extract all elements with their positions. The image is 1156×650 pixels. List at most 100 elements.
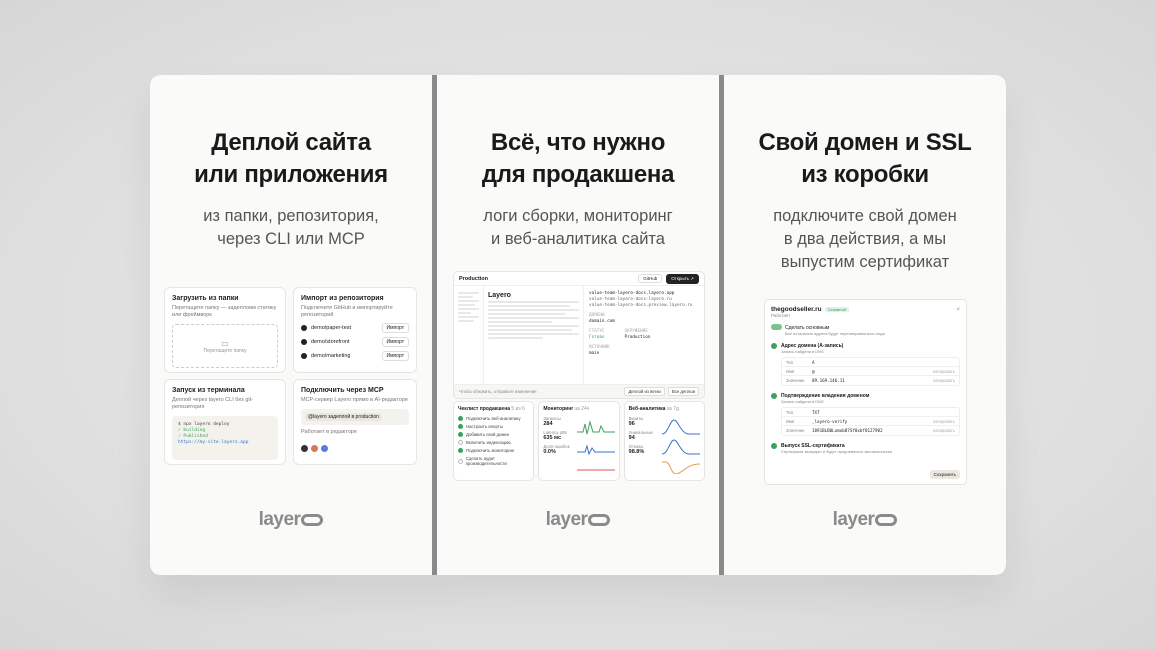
copy-button[interactable]: копировать [933, 419, 955, 424]
dns-value: 1891BLB0Lomob87Sf8xbf8127982 [812, 428, 883, 433]
checklist-item[interactable]: Включить индексацию [458, 440, 529, 445]
check-icon [458, 416, 463, 421]
repo-name: demo/storefront [311, 339, 350, 345]
layero-logo: layer [437, 509, 719, 531]
env-value: Production [624, 335, 651, 340]
copy-button[interactable]: копировать [933, 428, 955, 433]
repo-name: demo/paper-test [311, 325, 352, 331]
domain-name: thegoodseller.ru [771, 306, 822, 313]
github-icon [301, 325, 307, 331]
dns-row: Тип A [782, 358, 959, 367]
panel-production: Всё, что нужно для продакшена логи сборк… [437, 75, 719, 575]
logo-text: layer [258, 509, 301, 530]
title-line: для продакшена [481, 161, 675, 188]
preview-pane: Layero [484, 286, 584, 384]
import-card[interactable]: Импорт из репозитория Подключите GitHub … [293, 287, 417, 373]
panel-domain: Свой домен и SSL из коробки подключите с… [724, 75, 1006, 575]
card-desc: MCP-сервер Layero прямо в AI-редакторе [301, 397, 408, 403]
checklist-item[interactable]: Подключить веб-аналитику [458, 416, 529, 421]
checklist-item-label: Сделать аудит производительности [465, 456, 507, 466]
checklist-item-label: Подключить веб-аналитику [466, 416, 521, 421]
repo-row[interactable]: demo/paper-test Импорт [301, 323, 409, 333]
dns-step-txt-record: Подтверждение владения доменом Запись на… [771, 393, 960, 436]
subtitle-line: через CLI или MCP [217, 230, 365, 248]
primary-toggle[interactable] [771, 324, 782, 330]
file-tree [454, 286, 484, 384]
production-title: Production [459, 275, 489, 282]
upload-card[interactable]: Загрузить из папки Перетащите папку — за… [164, 287, 286, 373]
dns-key: Значение [786, 378, 805, 383]
checklist-title: Чеклист продакшена [458, 406, 510, 412]
primary-badge: Основной [824, 307, 849, 312]
copy-button[interactable]: копировать [933, 369, 955, 374]
copy-button[interactable]: копировать [933, 378, 955, 383]
app-name: Layero [488, 292, 511, 299]
checklist-item[interactable]: Настроить алерты [458, 424, 529, 429]
promo-panels: Деплой сайта или приложения из папки, ре… [150, 75, 1006, 575]
step-desc: Сертификат выпущен и будет продлеваться … [781, 449, 892, 454]
save-button[interactable]: Сохранить [929, 470, 960, 479]
analytics-title: Веб-аналитика [628, 406, 666, 412]
import-button[interactable]: Импорт [381, 337, 409, 347]
close-icon[interactable]: × [956, 307, 960, 313]
checklist-item-label: Настроить алерты [466, 424, 503, 429]
dns-table: Тип TXT Имя _layero-verify копировать Значе… [781, 407, 960, 436]
dns-row: Значение 89.169.146.11 копировать [782, 376, 959, 385]
import-button[interactable]: Импорт [381, 323, 409, 333]
dns-value: TXT [812, 409, 820, 415]
open-button[interactable]: Открыть ↗ [666, 273, 699, 284]
checklist-count: 5 из 6 [511, 406, 525, 412]
drop-zone[interactable]: ▭ Перетащите папку [172, 324, 278, 368]
subtitle-line: подключите свой домен [773, 207, 957, 225]
checklist-item[interactable]: Добавить свой домен [458, 432, 529, 437]
claude-icon [311, 445, 318, 452]
panel-title: Деплой сайта или приложения [150, 127, 432, 191]
panel-subtitle: подключите свой домен в два действия, а … [724, 205, 1006, 274]
dns-row: Имя @ копировать [782, 367, 959, 376]
folder-icon: ▭ [221, 338, 229, 348]
terminal-card[interactable]: Запуск из терминала Деплой через layero … [164, 379, 286, 465]
windsurf-icon [321, 445, 328, 452]
deploy-url[interactable]: value-team-layero-docs.preview.layero.ru [589, 303, 699, 309]
monitoring-sparklines [576, 420, 615, 471]
repo-row[interactable]: demo/storefront Импорт [301, 337, 409, 347]
github-icon [301, 339, 307, 345]
github-button[interactable]: GitHub [638, 274, 663, 283]
all-deploys-button[interactable]: Все деплои [667, 387, 699, 396]
title-line: или приложения [194, 161, 388, 188]
terminal-line: https://my-site.layero.app [178, 440, 249, 445]
dns-key: Имя [786, 418, 795, 424]
checklist-item-label: Добавить свой домен [466, 432, 510, 437]
circle-icon [458, 458, 463, 464]
checklist-item[interactable]: Сделать аудит производительности [458, 456, 529, 466]
dns-key: Тип [786, 359, 793, 365]
check-icon [458, 432, 463, 437]
monitoring-card: Мониторинг за 24ч Запросы 284 Latency p95… [538, 401, 620, 481]
check-icon [458, 424, 463, 429]
step-desc: Запись найдена в DNS [781, 349, 824, 354]
title-line: Деплой сайта [211, 129, 371, 156]
card-title: Подключить через MCP [301, 387, 384, 394]
checklist-item[interactable]: Подключить мониторинг [458, 448, 529, 453]
monitoring-period: за 24ч [574, 406, 590, 412]
dns-key: Имя [786, 368, 795, 374]
branch-value: main [589, 351, 600, 356]
domain-status: Работает [771, 313, 791, 318]
title-line: из коробки [801, 161, 929, 188]
mcp-card[interactable]: Подключить через MCP MCP-сервер Layero п… [293, 379, 417, 465]
deploy-branch-button[interactable]: Деплой из ветки [624, 387, 665, 396]
status-value: Готово [589, 335, 605, 340]
subtitle-line: логи сборки, мониторинг [483, 207, 673, 225]
checklist-item-label: Подключить мониторинг [466, 448, 515, 453]
domain-value[interactable]: domain.com [589, 319, 699, 325]
checklist-item-label: Включить индексацию [466, 440, 511, 445]
logo-text: layer [545, 509, 588, 530]
repo-name: demo/marketing [311, 353, 351, 359]
dns-value: 89.169.146.11 [812, 378, 845, 383]
dns-key: Значение [786, 428, 805, 433]
import-button[interactable]: Импорт [381, 351, 409, 361]
repo-row[interactable]: demo/marketing Импорт [301, 351, 409, 361]
card-title: Запуск из терминала [172, 387, 245, 394]
mcp-hint: Работает в редакторе [301, 429, 357, 435]
card-desc: Подключите GitHub и импортируйте репозит… [301, 305, 393, 318]
